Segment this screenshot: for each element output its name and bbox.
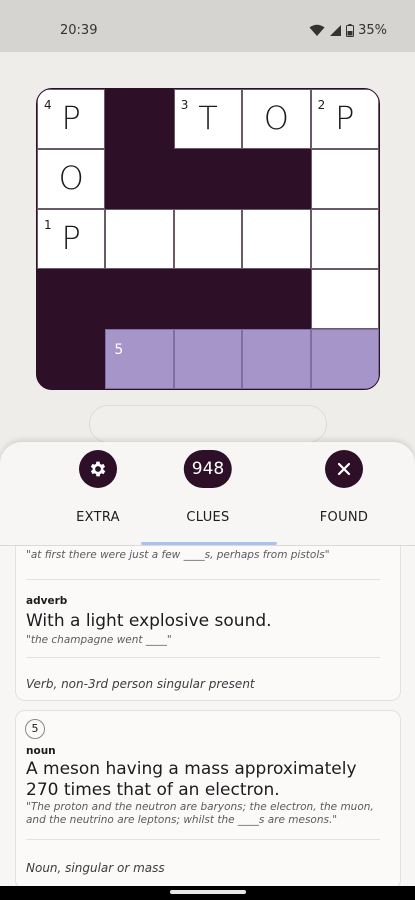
grammar-note: Verb, non-3rd person singular present <box>26 677 255 691</box>
bottom-panel: EXTRA 948 CLUES FOUND "at first there we… <box>0 442 415 887</box>
grid-block <box>105 89 174 149</box>
signal-icon <box>329 24 342 37</box>
grid-block <box>37 329 106 389</box>
cell-letter: P <box>61 219 81 257</box>
grid-cell[interactable] <box>173 329 243 389</box>
grid-cell[interactable]: O <box>242 89 311 149</box>
grid-cell[interactable] <box>173 209 243 269</box>
tab-clues[interactable]: 948 CLUES <box>139 442 277 546</box>
tab-found-label: FOUND <box>319 510 369 525</box>
grid-cell[interactable] <box>105 209 174 269</box>
divider <box>26 839 380 840</box>
cell-letter: T <box>198 99 218 137</box>
grid-block <box>105 149 174 209</box>
divider <box>26 657 380 658</box>
grammar-note: Noun, singular or mass <box>26 861 165 875</box>
crossword-grid: 4P 3T O 2P O 1P 5 <box>36 88 380 390</box>
gear-icon[interactable] <box>79 450 117 488</box>
grid-cell[interactable]: 2P <box>310 89 379 149</box>
grid-block <box>105 269 174 329</box>
active-tab-indicator <box>141 542 277 545</box>
usage-example: "The proton and the neutron are baryons;… <box>26 801 374 826</box>
cell-letter: O <box>263 99 289 137</box>
grid-block <box>242 269 311 329</box>
word-input-pill[interactable] <box>89 405 327 443</box>
grid-block <box>37 269 106 329</box>
tab-found[interactable]: FOUND <box>275 442 413 546</box>
status-icons: 35% <box>309 23 387 38</box>
clue-list[interactable]: "at first there were just a few ____s, p… <box>0 546 415 887</box>
tab-bar: EXTRA 948 CLUES FOUND <box>0 442 415 546</box>
cell-letter: O <box>58 159 84 197</box>
part-of-speech: adverb <box>26 595 68 607</box>
cell-letter: P <box>335 99 355 137</box>
close-icon[interactable] <box>325 450 363 488</box>
grid-cell[interactable] <box>310 329 379 389</box>
definition-text: With a light explosive sound. <box>26 611 272 631</box>
grid-block <box>173 269 243 329</box>
usage-example: "the champagne went ____" <box>26 634 172 646</box>
home-gesture-handle[interactable] <box>170 890 246 894</box>
divider <box>26 579 380 580</box>
status-time: 20:39 <box>60 23 98 38</box>
cell-number: 5 <box>114 342 124 358</box>
clue-card[interactable]: 5 noun A meson having a mass approximate… <box>15 710 401 887</box>
usage-example: "at first there were just a few ____s, p… <box>26 549 330 561</box>
grid-cell[interactable] <box>310 149 379 209</box>
battery-icon <box>346 24 355 37</box>
grid-block <box>173 149 243 209</box>
grid-block <box>242 149 311 209</box>
grid-cell[interactable] <box>242 329 311 389</box>
grid-cell[interactable]: 5 <box>105 329 174 389</box>
grid-cell[interactable] <box>310 209 379 269</box>
status-bar: 20:39 35% <box>0 0 415 52</box>
cell-letter: P <box>61 99 81 137</box>
grid-cell[interactable]: 4P <box>37 89 106 149</box>
battery-percent: 35% <box>358 23 387 38</box>
wifi-icon <box>309 24 325 37</box>
grid-cell[interactable]: 1P <box>37 209 106 269</box>
definition-text: A meson having a mass approximately 270 … <box>26 759 357 800</box>
tab-clues-label: CLUES <box>186 510 230 525</box>
grid-cell[interactable] <box>310 269 379 329</box>
grid-cell[interactable] <box>242 209 311 269</box>
clue-number-badge: 5 <box>25 719 45 739</box>
grid-cell[interactable]: 3T <box>173 89 243 149</box>
grid-cell[interactable]: O <box>37 149 106 209</box>
clues-count-badge[interactable]: 948 <box>183 450 233 488</box>
clue-card[interactable]: "at first there were just a few ____s, p… <box>15 546 401 701</box>
part-of-speech: noun <box>26 745 56 757</box>
